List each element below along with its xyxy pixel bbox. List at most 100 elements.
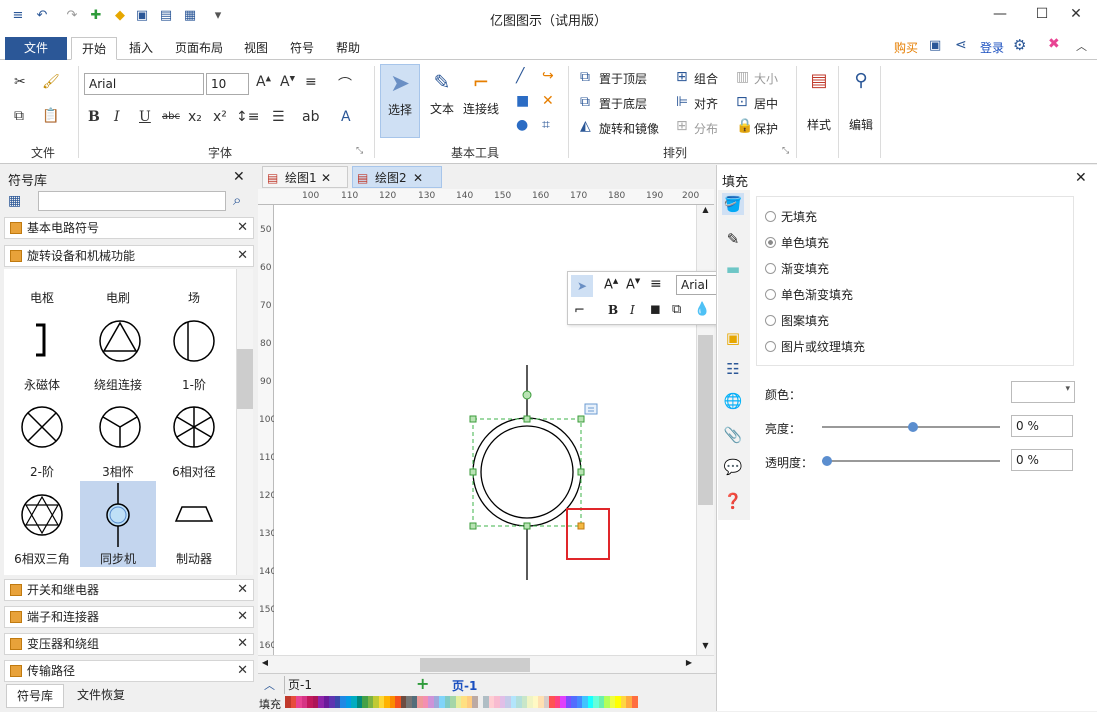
symbol-label[interactable]: 场 <box>154 289 234 306</box>
fill-option-gradient[interactable]: 渐变填充 <box>765 260 829 277</box>
image-icon[interactable]: ▣ <box>722 327 744 349</box>
file-menu-tab[interactable]: 文件 <box>5 37 67 60</box>
symbol-label[interactable]: 永磁体 <box>2 376 82 393</box>
palette-swatch[interactable] <box>631 696 638 708</box>
close-library-icon[interactable]: ✕ <box>233 169 245 185</box>
distribute-icon[interactable]: ⊞ <box>676 118 688 134</box>
scroll-left-icon[interactable]: ◀ <box>258 658 272 672</box>
symbol-label[interactable]: 电枢 <box>2 289 82 306</box>
close-button[interactable]: ✕ <box>1066 6 1086 24</box>
size-icon[interactable]: ▥ <box>736 69 749 85</box>
tab-symbol[interactable]: 符号 <box>282 37 322 60</box>
connector-tool-button[interactable]: ⌐ 连接线 <box>461 64 501 138</box>
style-button[interactable]: ▤ 样式 <box>803 66 835 146</box>
line-tool-icon[interactable]: ╱ <box>516 68 524 84</box>
align-icon[interactable]: ≡ <box>650 276 662 292</box>
radio-button[interactable] <box>765 315 776 326</box>
library-category-5[interactable]: 传输路径 ✕ <box>4 660 254 682</box>
shadow-icon[interactable]: ⧉ <box>672 302 681 317</box>
symbol-label[interactable]: 制动器 <box>154 550 234 567</box>
radio-button[interactable] <box>765 263 776 274</box>
symbol-label[interactable]: 6相对径 <box>154 463 234 480</box>
search-icon[interactable]: ⌕ <box>233 191 241 209</box>
rectangle-tool-icon[interactable]: ■ <box>516 93 529 109</box>
library-search-input[interactable] <box>38 191 226 211</box>
properties-icon[interactable]: ☷ <box>722 358 744 380</box>
cut-icon[interactable]: ✂ <box>14 74 26 90</box>
tab-insert[interactable]: 插入 <box>121 37 161 60</box>
fill-option-picture[interactable]: 图片或纹理填充 <box>765 338 865 355</box>
symbol-label[interactable]: 3相怀 <box>78 463 158 480</box>
shrink-font-icon[interactable]: A▼ <box>626 277 640 292</box>
transparency-input[interactable]: 0 % <box>1011 449 1073 471</box>
close-category-icon[interactable]: ✕ <box>237 634 248 654</box>
transparency-slider-thumb[interactable] <box>822 456 832 466</box>
select-tool-button[interactable]: ➤ 选择 <box>380 64 420 138</box>
library-menu-icon[interactable]: ▦ <box>8 193 21 209</box>
align-icon[interactable]: ≡ <box>305 74 317 90</box>
close-tab-icon[interactable]: ✕ <box>321 167 331 189</box>
bring-front-icon[interactable]: ⧉ <box>580 69 590 85</box>
close-category-icon[interactable]: ✕ <box>237 246 248 266</box>
radio-button[interactable] <box>765 211 776 222</box>
comment-icon[interactable]: 💬 <box>722 456 744 478</box>
tab-drawing1[interactable]: ▤ 绘图1 ✕ <box>262 166 348 188</box>
arc-tool-icon[interactable]: ↪ <box>542 68 554 84</box>
hyperlink-icon[interactable]: 🌐 <box>722 390 744 412</box>
footer-tab-recovery[interactable]: 文件恢复 <box>66 684 136 708</box>
page-selector[interactable]: 页-1 <box>284 676 402 694</box>
font-size-select[interactable]: 10 <box>206 73 249 95</box>
shrink-font-icon[interactable]: A▼ <box>280 74 295 90</box>
align-objects-icon[interactable]: ⊫ <box>676 94 688 110</box>
symbol-label[interactable]: 1-阶 <box>154 376 234 393</box>
edit-button[interactable]: ⚲ 编辑 <box>845 66 877 146</box>
group-icon[interactable]: ⊞ <box>676 69 688 85</box>
tab-drawing2[interactable]: ▤ 绘图2 ✕ <box>352 166 442 188</box>
arrange-dialog-launcher-icon[interactable]: ⤡ <box>782 146 789 156</box>
close-category-icon[interactable]: ✕ <box>237 661 248 681</box>
scroll-down-icon[interactable]: ▼ <box>697 641 714 655</box>
gear-icon[interactable]: ⚙ <box>1013 36 1026 54</box>
add-page-icon[interactable]: + <box>416 674 429 693</box>
account-icon[interactable]: ▣ <box>929 38 941 53</box>
library-category-4[interactable]: 变压器和绕组 ✕ <box>4 633 254 655</box>
grow-font-icon[interactable]: A▲ <box>604 277 618 292</box>
bold-icon[interactable]: B <box>88 109 100 125</box>
format-painter-icon[interactable]: 🖌 <box>42 74 60 90</box>
library-category-0[interactable]: 基本电路符号 ✕ <box>4 217 254 239</box>
crop-tool-icon[interactable]: ⌗ <box>542 117 550 133</box>
symbol-label[interactable]: 2-阶 <box>2 463 82 480</box>
ellipse-tool-icon[interactable]: ● <box>516 117 528 133</box>
maximize-button[interactable]: ☐ <box>1032 6 1052 24</box>
scroll-up-icon[interactable]: ▲ <box>697 205 714 219</box>
brightness-input[interactable]: 0 % <box>1011 415 1073 437</box>
line-style-icon[interactable]: ⌒ <box>338 74 352 94</box>
symbol-label[interactable]: 同步机 <box>78 550 158 567</box>
radio-button-selected[interactable] <box>765 237 776 248</box>
transparency-slider[interactable] <box>822 460 1000 462</box>
tab-page-layout[interactable]: 页面布局 <box>169 37 229 60</box>
radio-button[interactable] <box>765 341 776 352</box>
shadow-icon[interactable]: ▬ <box>722 258 744 280</box>
horizontal-scrollbar[interactable]: ◀ ▶ <box>258 655 714 673</box>
fill-icon[interactable]: 🪣 <box>722 193 744 215</box>
library-category-2[interactable]: 开关和继电器 ✕ <box>4 579 254 601</box>
line-spacing-icon[interactable]: ↕≡ <box>236 109 259 125</box>
help-icon[interactable]: ❓ <box>722 490 744 512</box>
close-category-icon[interactable]: ✕ <box>237 580 248 600</box>
send-back-button[interactable]: 置于底层 <box>599 95 647 112</box>
fill-option-none[interactable]: 无填充 <box>765 208 817 225</box>
bold-icon[interactable]: B <box>608 303 618 317</box>
center-button[interactable]: 居中 <box>754 95 778 112</box>
text-tool-button[interactable]: ✎ 文本 <box>424 64 460 138</box>
superscript-icon[interactable]: x² <box>213 109 227 125</box>
library-category-1[interactable]: 旋转设备和机械功能 ✕ <box>4 245 254 267</box>
brightness-slider-thumb[interactable] <box>908 422 918 432</box>
scroll-right-icon[interactable]: ▶ <box>682 658 696 672</box>
minimize-button[interactable]: — <box>990 6 1010 24</box>
expand-page-icon[interactable]: ︿ <box>264 677 275 693</box>
share-icon[interactable]: ⋖ <box>955 37 967 53</box>
bullets-icon[interactable]: ☰ <box>272 109 285 125</box>
rotate-icon[interactable]: ◭ <box>580 118 591 134</box>
grow-font-icon[interactable]: A▲ <box>256 74 271 90</box>
